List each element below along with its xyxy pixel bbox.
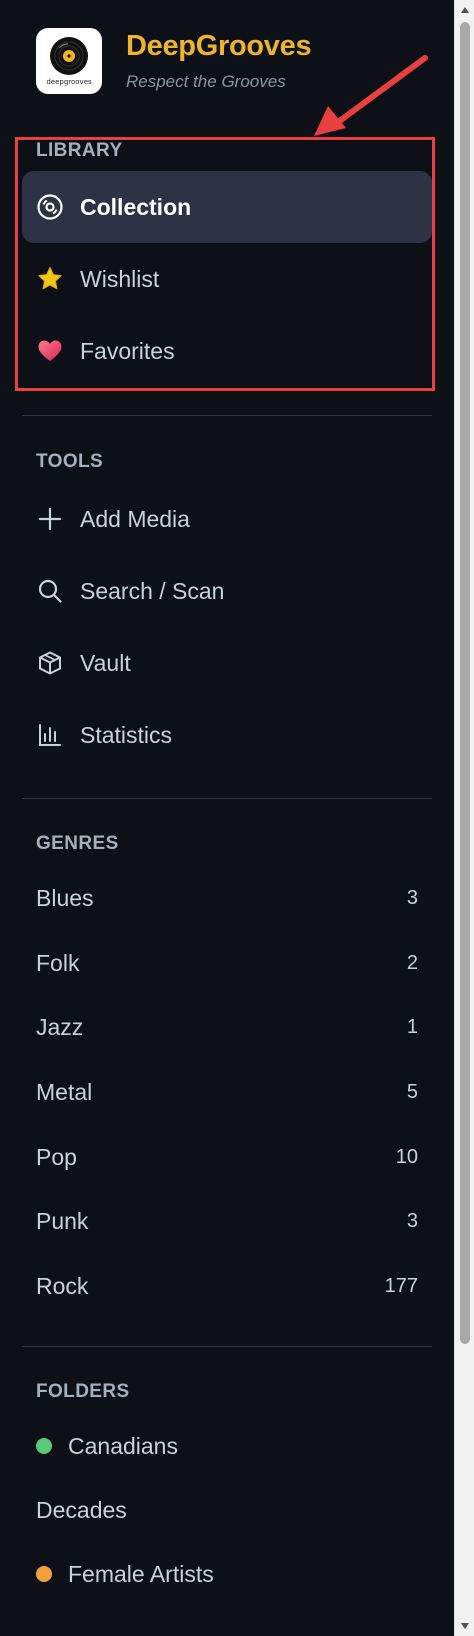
scroll-down-arrow-icon[interactable] — [455, 1616, 474, 1636]
section-title-tools: TOOLS — [36, 451, 104, 472]
nav-item-label: Vault — [80, 649, 131, 676]
section-title-folders: FOLDERS — [36, 1381, 130, 1402]
search-icon — [36, 577, 64, 605]
genre-count: 1 — [406, 1015, 418, 1038]
genre-item-metal[interactable]: Metal 5 — [22, 1064, 432, 1120]
genre-item-folk[interactable]: Folk 2 — [22, 935, 432, 991]
genre-count: 177 — [384, 1274, 418, 1297]
logo-wordmark: deepgrooves — [46, 78, 92, 86]
genre-label: Folk — [36, 949, 80, 976]
vinyl-disc-icon — [36, 193, 64, 221]
nav-item-label: Statistics — [80, 721, 173, 748]
folder-item-decades[interactable]: Decades — [22, 1482, 432, 1538]
nav-item-wishlist[interactable]: Wishlist — [22, 243, 432, 315]
genre-label: Rock — [36, 1272, 89, 1299]
folder-label: Female Artists — [68, 1560, 214, 1587]
genre-label: Pop — [36, 1143, 77, 1170]
genre-count: 5 — [406, 1080, 418, 1103]
genre-label: Metal — [36, 1078, 93, 1105]
bar-chart-icon — [36, 721, 64, 749]
folder-item-canadians[interactable]: Canadians — [22, 1418, 432, 1474]
genre-item-punk[interactable]: Punk 3 — [22, 1193, 432, 1249]
folder-label: Canadians — [68, 1432, 178, 1459]
annotation-arrow-icon — [314, 55, 428, 136]
section-divider — [22, 415, 432, 416]
genre-label: Blues — [36, 884, 94, 911]
folder-color-dot — [36, 1566, 52, 1582]
app-tagline: Respect the Grooves — [126, 72, 286, 91]
genre-count: 10 — [395, 1145, 418, 1168]
genre-label: Punk — [36, 1207, 89, 1234]
genre-item-rock[interactable]: Rock 177 — [22, 1258, 432, 1314]
sidebar: deepgrooves DeepGrooves Respect the Groo… — [0, 0, 454, 1636]
nav-item-vault[interactable]: Vault — [22, 627, 432, 699]
nav-item-label: Collection — [80, 193, 192, 220]
nav-item-label: Wishlist — [80, 265, 160, 292]
nav-item-add-media[interactable]: Add Media — [22, 483, 432, 555]
folder-label: Decades — [36, 1496, 127, 1523]
section-divider — [22, 1346, 432, 1347]
genre-count: 3 — [406, 1209, 418, 1232]
nav-item-statistics[interactable]: Statistics — [22, 699, 432, 771]
genre-item-pop[interactable]: Pop 10 — [22, 1129, 432, 1185]
genre-item-blues[interactable]: Blues 3 — [22, 870, 432, 926]
genre-item-jazz[interactable]: Jazz 1 — [22, 999, 432, 1055]
section-title-genres: GENRES — [36, 833, 119, 854]
nav-item-label: Add Media — [80, 505, 190, 532]
section-divider — [22, 798, 432, 799]
genre-label: Jazz — [36, 1013, 84, 1040]
vertical-scrollbar[interactable] — [454, 0, 474, 1636]
section-title-library: LIBRARY — [36, 140, 123, 161]
nav-item-favorites[interactable]: Favorites — [22, 315, 432, 387]
app-logo[interactable]: deepgrooves — [36, 28, 102, 94]
nav-item-label: Search / Scan — [80, 577, 225, 604]
genre-count: 2 — [406, 951, 418, 974]
heart-icon — [36, 337, 64, 365]
folder-color-dot — [36, 1438, 52, 1454]
scrollbar-thumb[interactable] — [460, 22, 470, 1344]
folder-item-female-artists[interactable]: Female Artists — [22, 1546, 432, 1602]
nav-item-collection[interactable]: Collection — [22, 171, 432, 243]
scroll-up-arrow-icon[interactable] — [455, 0, 474, 20]
nav-item-search-scan[interactable]: Search / Scan — [22, 555, 432, 627]
plus-icon — [36, 505, 64, 533]
box-icon — [36, 649, 64, 677]
vinyl-logo-icon — [50, 37, 88, 75]
genre-count: 3 — [406, 886, 418, 909]
nav-item-label: Favorites — [80, 337, 175, 364]
star-icon — [36, 265, 64, 293]
app-title: DeepGrooves — [126, 30, 312, 62]
